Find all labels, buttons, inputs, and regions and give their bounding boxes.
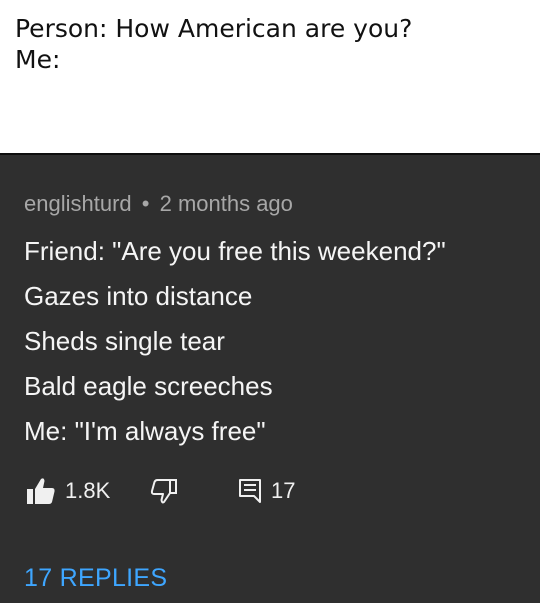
dislike-button[interactable] bbox=[150, 475, 178, 507]
reply-button[interactable]: 17 bbox=[238, 475, 295, 507]
thumbs-up-icon[interactable] bbox=[26, 477, 56, 505]
comment-timestamp[interactable]: 2 months ago bbox=[160, 191, 293, 216]
comment-line: Gazes into distance bbox=[24, 281, 253, 311]
comment-line: Friend: "Are you free this weekend?" bbox=[24, 236, 446, 266]
meta-separator: • bbox=[141, 191, 150, 216]
comment-card: englishturd • 2 months ago Friend: "Are … bbox=[0, 155, 540, 603]
like-count: 1.8K bbox=[65, 478, 111, 503]
meme-caption: Person: How American are you? Me: bbox=[0, 0, 540, 155]
thumbs-down-icon[interactable] bbox=[150, 478, 178, 504]
comment-line: Sheds single tear bbox=[24, 326, 225, 356]
comment-author[interactable]: englishturd bbox=[24, 191, 132, 216]
comment-icon[interactable] bbox=[238, 478, 262, 504]
view-replies-link[interactable]: 17 REPLIES bbox=[24, 564, 167, 593]
comment-meta: englishturd • 2 months ago bbox=[24, 191, 293, 217]
like-button[interactable]: 1.8K bbox=[26, 475, 110, 507]
comment-line: Me: "I'm always free" bbox=[24, 416, 266, 446]
caption-line-1: Person: How American are you? bbox=[15, 14, 413, 43]
reply-count: 17 bbox=[271, 478, 296, 503]
comment-body: Friend: "Are you free this weekend?" Gaz… bbox=[24, 229, 529, 454]
comment-actions: 1.8K 17 bbox=[26, 475, 526, 507]
caption-line-2: Me: bbox=[15, 45, 61, 74]
comment-line: Bald eagle screeches bbox=[24, 371, 273, 401]
